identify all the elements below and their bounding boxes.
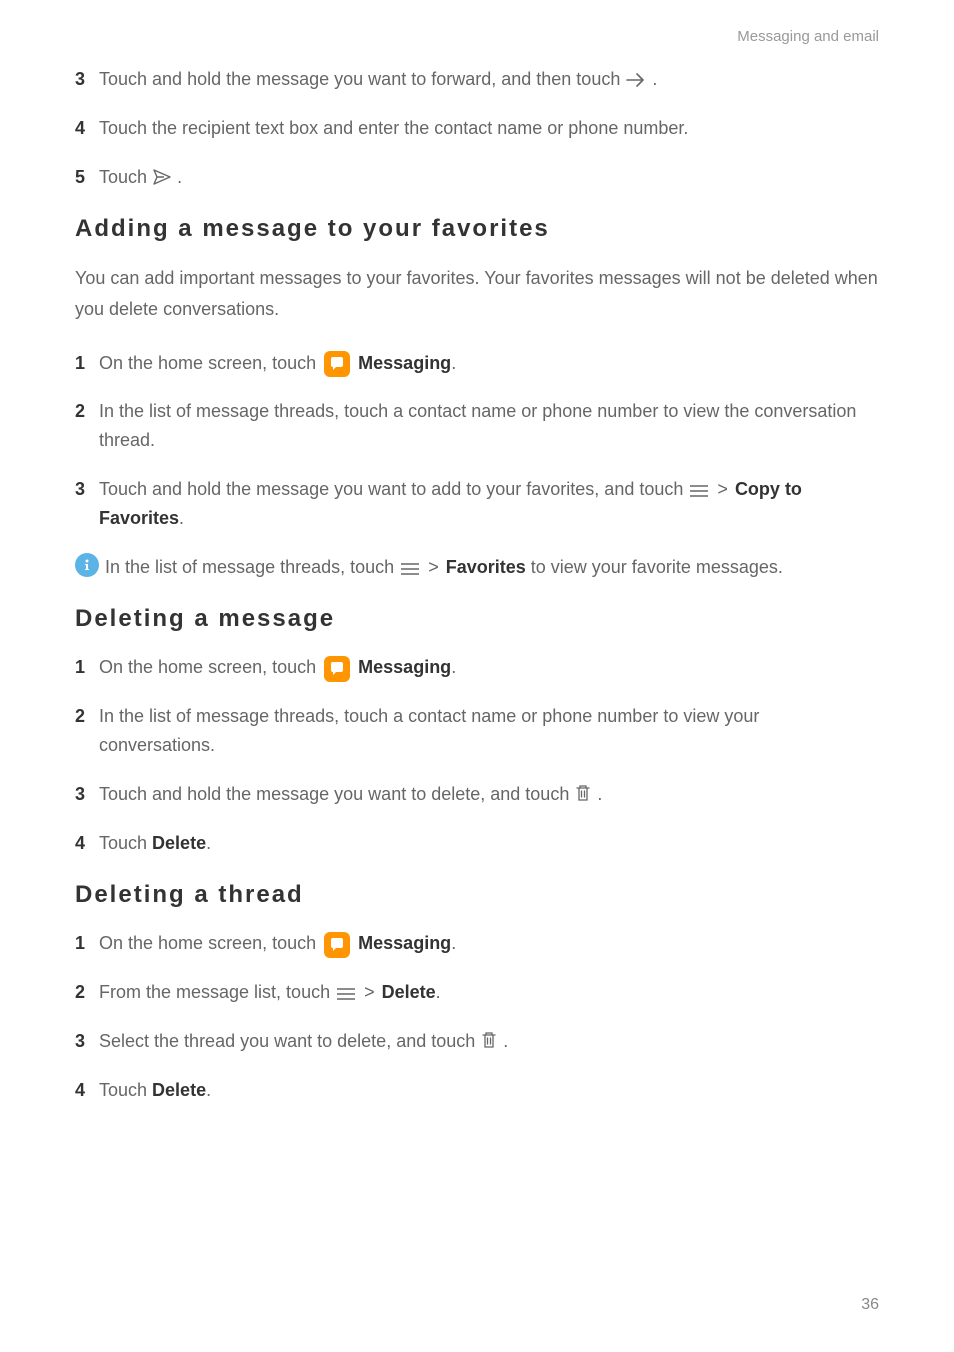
step-4-touch-delete: 4 Touch Delete.: [75, 829, 879, 858]
text-part: .: [206, 1080, 211, 1100]
text-part: .: [503, 1031, 508, 1051]
text-part: Touch: [99, 167, 152, 187]
arrow-right-icon: [625, 72, 647, 88]
heading-delete-thread: Deleting a thread: [75, 881, 879, 909]
body-text: You can add important messages to your f…: [75, 263, 879, 324]
text-part: to view your favorite messages.: [526, 557, 783, 577]
trash-icon: [480, 1030, 498, 1050]
step-text: Touch Delete.: [99, 829, 879, 858]
step-text: Touch Delete.: [99, 1076, 879, 1105]
step-number: 3: [75, 1027, 99, 1056]
step-number: 3: [75, 65, 99, 94]
text-part: .: [652, 69, 657, 89]
step-text: In the list of message threads, touch a …: [99, 397, 879, 455]
text-part: Touch and hold the message you want to a…: [99, 479, 688, 499]
send-icon: [152, 168, 172, 186]
step-3-forward: 3 Touch and hold the message you want to…: [75, 65, 879, 94]
step-text: Touch the recipient text box and enter t…: [99, 114, 879, 143]
heading-favorites: Adding a message to your favorites: [75, 215, 879, 243]
text-part: On the home screen, touch: [99, 353, 321, 373]
gt-symbol: >: [364, 982, 375, 1002]
step-text: In the list of message threads, touch a …: [99, 702, 879, 760]
text-bold: Messaging: [358, 933, 451, 953]
text-part: On the home screen, touch: [99, 657, 321, 677]
step-text: Touch and hold the message you want to a…: [99, 475, 879, 533]
step-1-home: 1 On the home screen, touch Messaging.: [75, 349, 879, 378]
step-number: 5: [75, 163, 99, 192]
text-bold: Messaging: [358, 353, 451, 373]
info-icon: [75, 553, 99, 577]
step-3-delete-msg: 3 Touch and hold the message you want to…: [75, 780, 879, 809]
step-4-recipient: 4 Touch the recipient text box and enter…: [75, 114, 879, 143]
step-4-touch-delete: 4 Touch Delete.: [75, 1076, 879, 1105]
info-tip: In the list of message threads, touch > …: [75, 553, 879, 582]
step-number: 4: [75, 829, 99, 858]
text-bold: Favorites: [446, 557, 526, 577]
page-number: 36: [861, 1296, 879, 1314]
text-part: Touch and hold the message you want to f…: [99, 69, 625, 89]
text-part: Touch and hold the message you want to d…: [99, 784, 574, 804]
menu-icon: [335, 987, 357, 1001]
text-bold: Delete: [382, 982, 436, 1002]
text-part: .: [451, 353, 456, 373]
menu-icon: [688, 484, 710, 498]
text-part: .: [597, 784, 602, 804]
menu-icon: [399, 562, 421, 576]
text-part: .: [177, 167, 182, 187]
text-bold: Delete: [152, 833, 206, 853]
step-text: Select the thread you want to delete, an…: [99, 1027, 879, 1056]
text-part: Touch: [99, 1080, 152, 1100]
info-text: In the list of message threads, touch > …: [105, 553, 783, 582]
step-text: On the home screen, touch Messaging.: [99, 929, 879, 958]
step-text: Touch and hold the message you want to d…: [99, 780, 879, 809]
step-2-threads: 2 In the list of message threads, touch …: [75, 397, 879, 455]
text-part: .: [451, 933, 456, 953]
gt-symbol: >: [717, 479, 728, 499]
step-number: 2: [75, 702, 99, 731]
step-1-home: 1 On the home screen, touch Messaging.: [75, 653, 879, 682]
text-part: .: [436, 982, 441, 1002]
messaging-app-icon: [324, 656, 350, 682]
text-part: .: [206, 833, 211, 853]
step-text: From the message list, touch > Delete.: [99, 978, 879, 1007]
text-part: Touch: [99, 833, 152, 853]
step-2-threads: 2 In the list of message threads, touch …: [75, 702, 879, 760]
step-text: Touch .: [99, 163, 879, 192]
text-bold: Delete: [152, 1080, 206, 1100]
step-number: 1: [75, 653, 99, 682]
heading-delete-message: Deleting a message: [75, 605, 879, 633]
step-number: 3: [75, 475, 99, 504]
step-3-copy-favorites: 3 Touch and hold the message you want to…: [75, 475, 879, 533]
section-header: Messaging and email: [75, 28, 879, 45]
step-number: 2: [75, 397, 99, 426]
step-3-select-thread: 3 Select the thread you want to delete, …: [75, 1027, 879, 1056]
step-1-home: 1 On the home screen, touch Messaging.: [75, 929, 879, 958]
step-5-send: 5 Touch .: [75, 163, 879, 192]
text-part: In the list of message threads, touch: [105, 557, 399, 577]
messaging-app-icon: [324, 351, 350, 377]
step-text: On the home screen, touch Messaging.: [99, 349, 879, 378]
step-number: 2: [75, 978, 99, 1007]
step-number: 4: [75, 114, 99, 143]
step-text: On the home screen, touch Messaging.: [99, 653, 879, 682]
step-text: Touch and hold the message you want to f…: [99, 65, 879, 94]
gt-symbol: >: [428, 557, 439, 577]
text-part: Select the thread you want to delete, an…: [99, 1031, 480, 1051]
text-part: .: [179, 508, 184, 528]
text-part: From the message list, touch: [99, 982, 335, 1002]
text-part: .: [451, 657, 456, 677]
step-number: 1: [75, 929, 99, 958]
text-part: On the home screen, touch: [99, 933, 321, 953]
step-number: 4: [75, 1076, 99, 1105]
trash-icon: [574, 783, 592, 803]
step-2-menu-delete: 2 From the message list, touch > Delete.: [75, 978, 879, 1007]
messaging-app-icon: [324, 932, 350, 958]
step-number: 1: [75, 349, 99, 378]
step-number: 3: [75, 780, 99, 809]
text-bold: Messaging: [358, 657, 451, 677]
